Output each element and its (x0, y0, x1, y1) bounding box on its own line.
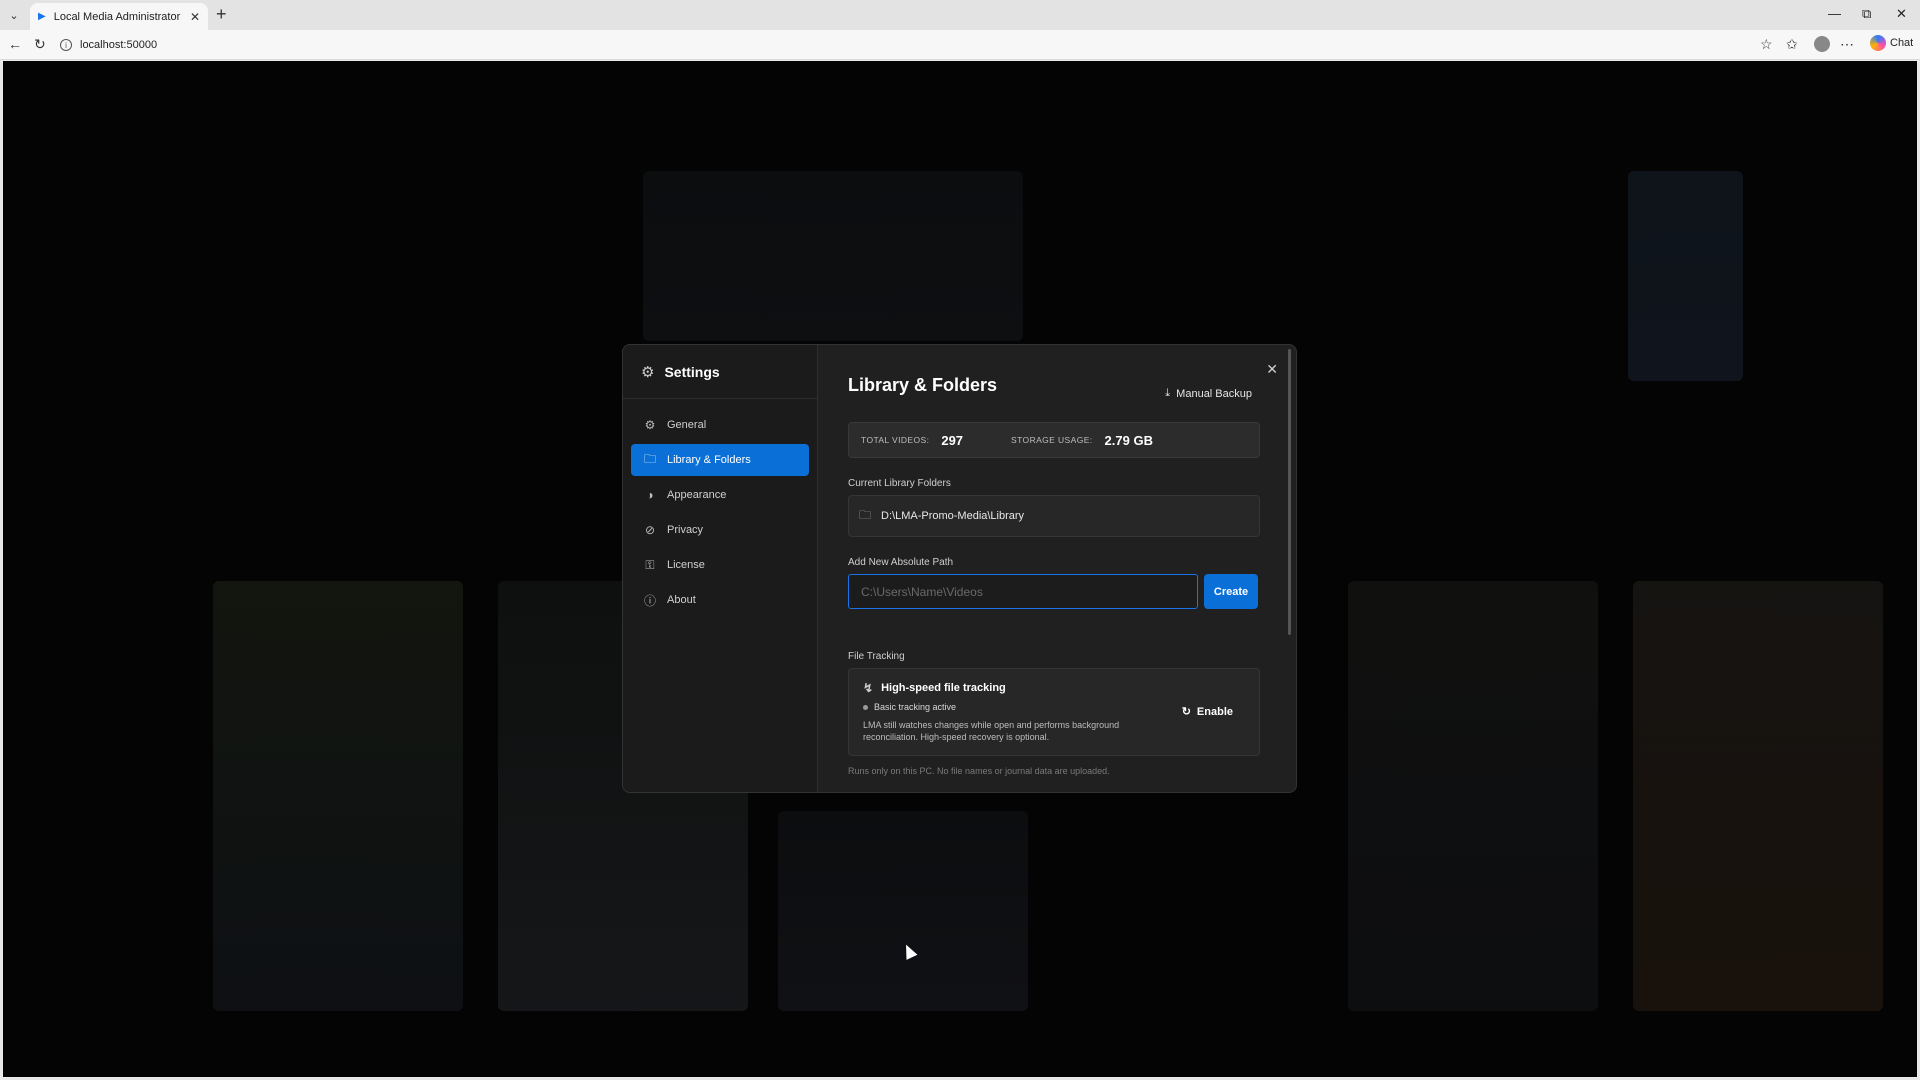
refresh-icon: ↻ (1181, 706, 1191, 718)
lightning-icon: ↯ (863, 681, 874, 695)
sidebar-item-label: General (667, 419, 707, 431)
storage-usage-label: STORAGE USAGE: (1011, 435, 1093, 445)
sidebar-item-about[interactable]: ⓘ About (631, 584, 809, 616)
add-path-row: Create (848, 574, 1266, 609)
gear-icon: ⚙ (641, 363, 655, 381)
close-window-icon[interactable]: ✕ (1896, 6, 1907, 22)
address-bar: ← ↻ i localhost:50000 ☆ ✩ ⋯ (0, 30, 1920, 60)
key-icon: ⚿ (645, 557, 655, 572)
settings-modal: ⚙ Settings ⚙ General 🗀 Library & Folders… (622, 344, 1297, 793)
settings-sidebar: ⚙ Settings ⚙ General 🗀 Library & Folders… (623, 345, 818, 792)
privacy-footnote: Runs only on this PC. No file names or j… (848, 766, 1110, 776)
info-icon: ⓘ (643, 593, 656, 608)
library-stats: TOTAL VIDEOS: 297 STORAGE USAGE: 2.79 GB (848, 422, 1260, 458)
sidebar-item-label: Appearance (667, 489, 727, 501)
settings-header: ⚙ Settings (623, 345, 817, 399)
current-folders-label: Current Library Folders (848, 478, 951, 489)
new-tab-icon[interactable]: + (216, 4, 227, 25)
path-input[interactable] (848, 574, 1198, 609)
sidebar-item-label: About (667, 594, 696, 606)
backdrop-thumbnail (1348, 581, 1598, 1011)
settings-nav: ⚙ General 🗀 Library & Folders ◑ Appearan… (623, 399, 817, 629)
more-icon[interactable]: ⋯ (1840, 36, 1854, 53)
sidebar-item-label: Library & Folders (667, 454, 751, 466)
sidebar-item-appearance[interactable]: ◑ Appearance (631, 479, 809, 511)
enable-button[interactable]: ↻ Enable (1181, 705, 1233, 719)
favorites-icon[interactable]: ✩ (1786, 36, 1798, 53)
copilot-icon (1870, 35, 1886, 51)
download-icon: ⤓ (1165, 387, 1171, 399)
settings-title: Settings (664, 363, 720, 380)
browser-tab-bar: ⌄ ▶ Local Media Administrator - Videos ✕… (0, 0, 1920, 30)
back-icon[interactable]: ← (8, 36, 22, 52)
total-videos-value: 297 (941, 432, 964, 448)
sidebar-item-library-folders[interactable]: 🗀 Library & Folders (631, 444, 809, 476)
chat-button[interactable]: Chat (1870, 35, 1913, 51)
total-videos-label: TOTAL VIDEOS: (861, 435, 930, 445)
sidebar-item-license[interactable]: ⚿ License (631, 549, 809, 581)
backdrop-thumbnail (213, 581, 463, 1011)
minimize-icon[interactable]: — (1828, 6, 1841, 21)
folder-path: D:\LMA-Promo-Media\Library (881, 510, 1025, 522)
sidebar-item-label: License (667, 559, 705, 571)
settings-content: ✕ Library & Folders ⤓ Manual Backup TOTA… (818, 345, 1296, 792)
favorite-star-icon[interactable]: ☆ (1760, 36, 1773, 53)
site-info-icon[interactable]: i (60, 39, 72, 51)
backdrop-thumbnail (778, 811, 1028, 1011)
file-tracking-title-row: ↯ High-speed file tracking (863, 681, 1259, 695)
close-icon[interactable]: ✕ (1266, 361, 1278, 378)
library-folder-item[interactable]: 🗀 D:\LMA-Promo-Media\Library (848, 495, 1260, 537)
add-path-label: Add New Absolute Path (848, 557, 954, 568)
close-tab-icon[interactable]: ✕ (190, 10, 200, 24)
backdrop-thumbnail (1633, 581, 1883, 1011)
file-tracking-label: File Tracking (848, 651, 905, 662)
sidebar-item-privacy[interactable]: ⊘ Privacy (631, 514, 809, 546)
content-scrollbar[interactable] (1288, 349, 1291, 635)
file-tracking-description: LMA still watches changes while open and… (863, 720, 1120, 742)
backdrop-thumbnail (643, 171, 1023, 341)
storage-usage-value: 2.79 GB (1104, 432, 1153, 448)
backdrop-thumbnail (1628, 171, 1743, 381)
status-text: Basic tracking active (874, 702, 957, 712)
reload-icon[interactable]: ↻ (34, 36, 46, 53)
tab-list-chevron-icon[interactable]: ⌄ (4, 6, 24, 24)
file-tracking-title: High-speed file tracking (881, 682, 1006, 694)
enable-label: Enable (1196, 705, 1233, 718)
sidebar-item-general[interactable]: ⚙ General (631, 409, 809, 441)
url-text: localhost:50000 (80, 39, 158, 51)
tab-title: Local Media Administrator - Videos (53, 10, 182, 23)
folder-icon: 🗀 (859, 507, 872, 522)
restore-icon[interactable]: ⧉ (1862, 6, 1871, 22)
status-dot-icon (863, 704, 868, 710)
profile-avatar[interactable] (1814, 36, 1830, 52)
play-icon: ▶ (38, 11, 46, 22)
create-button[interactable]: Create (1204, 574, 1258, 609)
manual-backup-button[interactable]: ⤓ Manual Backup (1165, 387, 1252, 400)
url-field[interactable]: i localhost:50000 (60, 34, 157, 56)
eye-off-icon: ⊘ (644, 523, 656, 537)
folder-icon: 🗀 (643, 451, 656, 466)
palette-icon: ◑ (646, 488, 654, 502)
browser-tab[interactable]: ▶ Local Media Administrator - Videos ✕ (30, 3, 208, 30)
gear-icon: ⚙ (644, 418, 656, 432)
sidebar-item-label: Privacy (667, 524, 704, 536)
file-tracking-card: ↯ High-speed file tracking Basic trackin… (848, 668, 1260, 756)
manual-backup-label: Manual Backup (1176, 387, 1252, 400)
chat-label: Chat (1890, 37, 1914, 49)
